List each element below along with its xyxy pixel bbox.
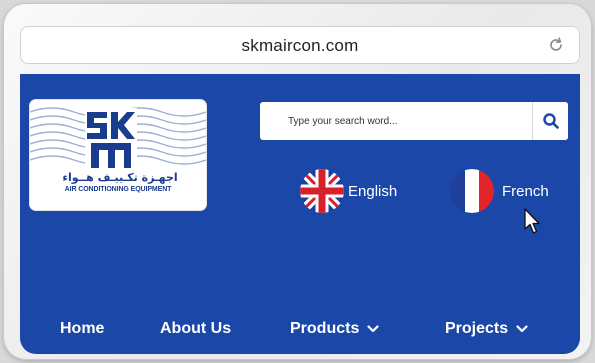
chevron-down-icon[interactable] [516, 325, 528, 333]
language-french-label[interactable]: French [502, 183, 549, 200]
nav-products-label[interactable]: Products [290, 320, 359, 338]
site-header: اجهـزة تكـييـف هــواء AIR CONDITIONING E… [20, 74, 580, 354]
nav-projects[interactable]: Projects [445, 320, 528, 338]
search-box[interactable] [260, 102, 568, 140]
search-button[interactable] [532, 102, 568, 140]
reload-icon[interactable] [546, 35, 566, 55]
language-french[interactable]: French [450, 169, 549, 213]
search-input[interactable] [260, 102, 530, 140]
nav-projects-label[interactable]: Projects [445, 320, 508, 338]
url-text[interactable]: skmaircon.com [20, 36, 580, 56]
nav-products[interactable]: Products [290, 320, 379, 338]
search-icon [542, 113, 559, 129]
france-flag-icon [450, 169, 494, 213]
nav-home-label[interactable]: Home [60, 320, 104, 338]
nav-home[interactable]: Home [60, 320, 104, 338]
language-english-label[interactable]: English [348, 183, 397, 200]
chevron-down-icon[interactable] [367, 325, 379, 333]
tablet-frame: skmaircon.com اجهـزة تكـييـف هــواء AIR … [4, 4, 591, 359]
uk-flag-icon [300, 169, 344, 213]
company-logo[interactable]: اجهـزة تكـييـف هــواء AIR CONDITIONING E… [30, 100, 206, 210]
logo-english-text: AIR CONDITIONING EQUIPMENT [64, 186, 172, 193]
language-english[interactable]: English [300, 169, 397, 213]
main-navigation: Home About Us Products Projects [20, 320, 580, 344]
nav-about-label[interactable]: About Us [160, 320, 231, 338]
address-bar[interactable]: skmaircon.com [20, 26, 580, 64]
logo-arabic-text: اجهـزة تكـييـف هــواء [62, 171, 178, 184]
mouse-pointer-icon [524, 208, 540, 234]
skm-logo-mark [85, 108, 137, 170]
nav-about-us[interactable]: About Us [160, 320, 231, 338]
